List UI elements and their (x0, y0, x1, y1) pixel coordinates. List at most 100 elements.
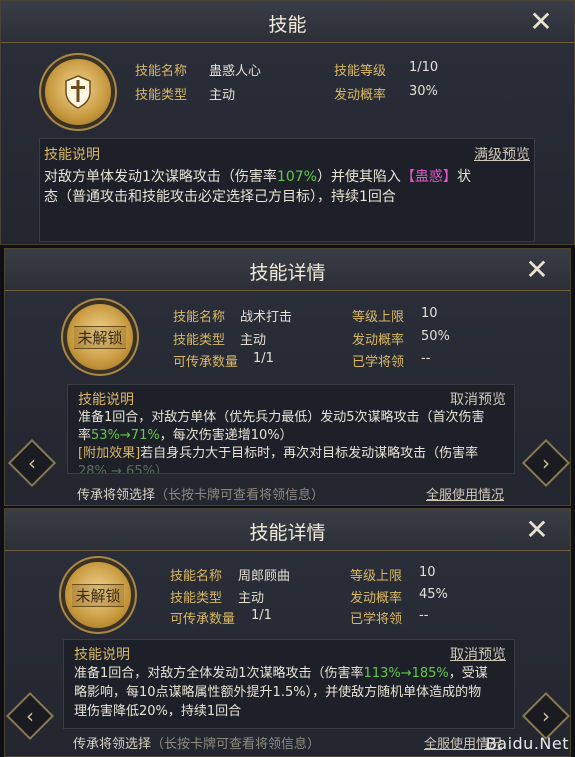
learned-generals-label: 已学将领 (352, 355, 405, 370)
description-text: 准备1回合，对敌方全体发动1次谋略攻击（伤害率113%→185%，受谋 略影响，… (74, 664, 512, 721)
skill-type-value: 主动 (240, 333, 267, 348)
skill-name-label: 技能名称 (173, 310, 226, 325)
description-text: 准备1回合，对敌方单体（优先兵力最低）发动5次谋略攻击（首次伤害 率53%→71… (78, 409, 512, 474)
description-line-2: 态（普通攻击和技能攻击必定选择己方目标），持续1回合 (44, 189, 396, 205)
close-icon[interactable]: ✕ (526, 7, 556, 37)
description-text: 对敌方单体发动1次谋略攻击（伤害率107%）并使其陷入【蛊惑】状 态（普通攻击和… (44, 167, 532, 207)
skill-level-value: 1/10 (409, 60, 439, 75)
inherit-count-value: 1/1 (253, 351, 274, 366)
trigger-rate-value: 50% (421, 329, 450, 344)
description-line-4: 28% → 65%） (78, 464, 168, 474)
chevron-right-icon: › (542, 451, 550, 475)
level-cap-label: 等级上限 (350, 569, 403, 584)
text-segment: ）并使其陷入 (316, 169, 401, 185)
prev-skill-button[interactable]: ‹ (5, 691, 55, 741)
trigger-rate-value: 30% (409, 84, 438, 99)
damage-rate-value: 113%→185% (363, 666, 449, 681)
inherit-count-label: 可传承数量 (170, 612, 236, 627)
inherit-general-select: 传承将领选择（长按卡牌可查看将领信息） (77, 484, 324, 503)
next-skill-button[interactable]: › (521, 438, 570, 488)
description-line-3: 理伤害降低20%，持续1回合 (74, 704, 242, 719)
inherit-count-label: 可传承数量 (173, 355, 239, 370)
panel-title: 技能详情 (249, 522, 326, 544)
extra-effect-tag: [附加效果] (78, 446, 141, 461)
learned-generals-label: 已学将领 (350, 612, 403, 627)
skill-type-value: 主动 (238, 591, 265, 606)
skill-name-label: 技能名称 (170, 569, 223, 584)
inherit-select-label: 传承将领选择 (77, 488, 156, 503)
skill-type-label: 技能类型 (170, 591, 223, 606)
text-segment: ，每次伤害递增10%） (159, 428, 293, 443)
max-level-preview-link[interactable]: 满级预览 (474, 144, 530, 164)
skill-emblem: 未解锁 (67, 304, 133, 370)
close-icon[interactable]: ✕ (522, 515, 552, 545)
skill-type-label: 技能类型 (173, 333, 226, 348)
skill-name-value: 蛊惑人心 (209, 64, 262, 79)
sword-shield-icon (65, 75, 91, 109)
cancel-preview-link[interactable]: 取消预览 (450, 644, 506, 664)
panel-title: 技能详情 (249, 262, 326, 284)
skill-description-box: 技能说明 取消预览 准备1回合，对敌方全体发动1次谋略攻击（伤害率113%→18… (63, 639, 515, 729)
cancel-preview-link[interactable]: 取消预览 (450, 389, 506, 409)
description-header: 技能说明 (44, 147, 100, 163)
skill-level-label: 技能等级 (334, 64, 387, 79)
locked-label: 未解锁 (74, 326, 126, 349)
level-cap-value: 10 (419, 565, 436, 580)
titlebar: 技能详情 ✕ (5, 249, 570, 291)
text-segment: 状 (456, 169, 471, 185)
level-cap-value: 10 (421, 306, 438, 321)
trigger-rate-label: 发动概率 (334, 88, 387, 103)
description-line-1: 对敌方单体发动1次谋略攻击（伤害率107%）并使其陷入【蛊惑】状 (44, 167, 532, 187)
chevron-right-icon: › (542, 704, 550, 728)
text-segment: ，受谋 (448, 666, 488, 681)
skill-name-value: 周郎顾曲 (238, 569, 291, 584)
chevron-left-icon: ‹ (26, 704, 34, 728)
skill-name-label: 技能名称 (135, 64, 188, 79)
inherit-select-hint: （长按卡牌可查看将领信息） (151, 737, 321, 752)
learned-generals-value: -- (419, 608, 429, 623)
skill-description-box: 技能说明 取消预览 准备1回合，对敌方单体（优先兵力最低）发动5次谋略攻击（首次… (67, 384, 515, 474)
trigger-rate-label: 发动概率 (352, 333, 405, 348)
skill-panel-2: 技能详情 ✕ 未解锁 技能名称 战术打击 技能类型 主动 可传承数量 1/1 等… (4, 248, 571, 506)
inherit-general-select: 传承将领选择（长按卡牌可查看将领信息） (73, 733, 320, 752)
damage-rate-value: 53%→71% (91, 428, 160, 443)
skill-emblem (45, 59, 111, 125)
damage-rate-value: 107% (276, 169, 317, 185)
skill-emblem: 未解锁 (65, 562, 131, 628)
description-header: 技能说明 (78, 392, 134, 408)
inherit-select-hint: （长按卡牌可查看将领信息） (155, 488, 325, 503)
close-icon[interactable]: ✕ (522, 255, 552, 285)
skill-description-box: 技能说明 满级预览 对敌方单体发动1次谋略攻击（伤害率107%）并使其陷入【蛊惑… (39, 138, 535, 242)
skill-type-label: 技能类型 (135, 88, 188, 103)
skill-name-value: 战术打击 (240, 310, 293, 325)
trigger-rate-value: 45% (419, 587, 448, 602)
description-line-3: [附加效果]若自身兵力大于目标时，再次对目标发动谋略攻击（伤害率 (78, 445, 512, 463)
text-segment: 对敌方单体发动1次谋略攻击（伤害率 (44, 169, 277, 185)
titlebar: 技能 ✕ (1, 1, 574, 43)
description-header: 技能说明 (74, 647, 130, 663)
description-line-1: 准备1回合，对敌方全体发动1次谋略攻击（伤害率113%→185%，受谋 (74, 664, 512, 683)
watermark: Baidu.Net (485, 734, 569, 753)
panel-title: 技能 (268, 14, 307, 36)
inherit-count-value: 1/1 (251, 608, 272, 623)
description-line-1: 准备1回合，对敌方单体（优先兵力最低）发动5次谋略攻击（首次伤害 (78, 410, 485, 425)
server-usage-link[interactable]: 全服使用情况 (426, 484, 504, 503)
text-segment: 率 (78, 428, 92, 443)
level-cap-label: 等级上限 (352, 310, 405, 325)
trigger-rate-label: 发动概率 (350, 591, 403, 606)
prev-skill-button[interactable]: ‹ (7, 438, 57, 488)
description-line-2: 率53%→71%，每次伤害递增10%） (78, 427, 512, 445)
locked-label: 未解锁 (72, 584, 124, 607)
chevron-left-icon: ‹ (28, 451, 36, 475)
status-keyword: 【蛊惑】 (400, 169, 457, 185)
description-line-2: 略影响，每10点谋略属性额外提升1.5%），并使敌方随机单体造成的物 (74, 685, 482, 700)
next-skill-button[interactable]: › (521, 691, 570, 741)
text-segment: 若自身兵力大于目标时，再次对目标发动谋略攻击（伤害率 (140, 446, 479, 461)
skill-panel-1: 技能 ✕ 技能名称 蛊惑人心 技能类型 主动 技能等级 1/10 发动概率 30… (0, 0, 575, 245)
titlebar: 技能详情 ✕ (5, 509, 570, 551)
inherit-select-label: 传承将领选择 (73, 737, 152, 752)
text-segment: 准备1回合，对敌方全体发动1次谋略攻击（伤害率 (74, 666, 364, 681)
skill-panel-3: 技能详情 ✕ 未解锁 技能名称 周郎顾曲 技能类型 主动 可传承数量 1/1 等… (4, 508, 571, 757)
skill-type-value: 主动 (209, 88, 236, 103)
learned-generals-value: -- (421, 351, 431, 366)
